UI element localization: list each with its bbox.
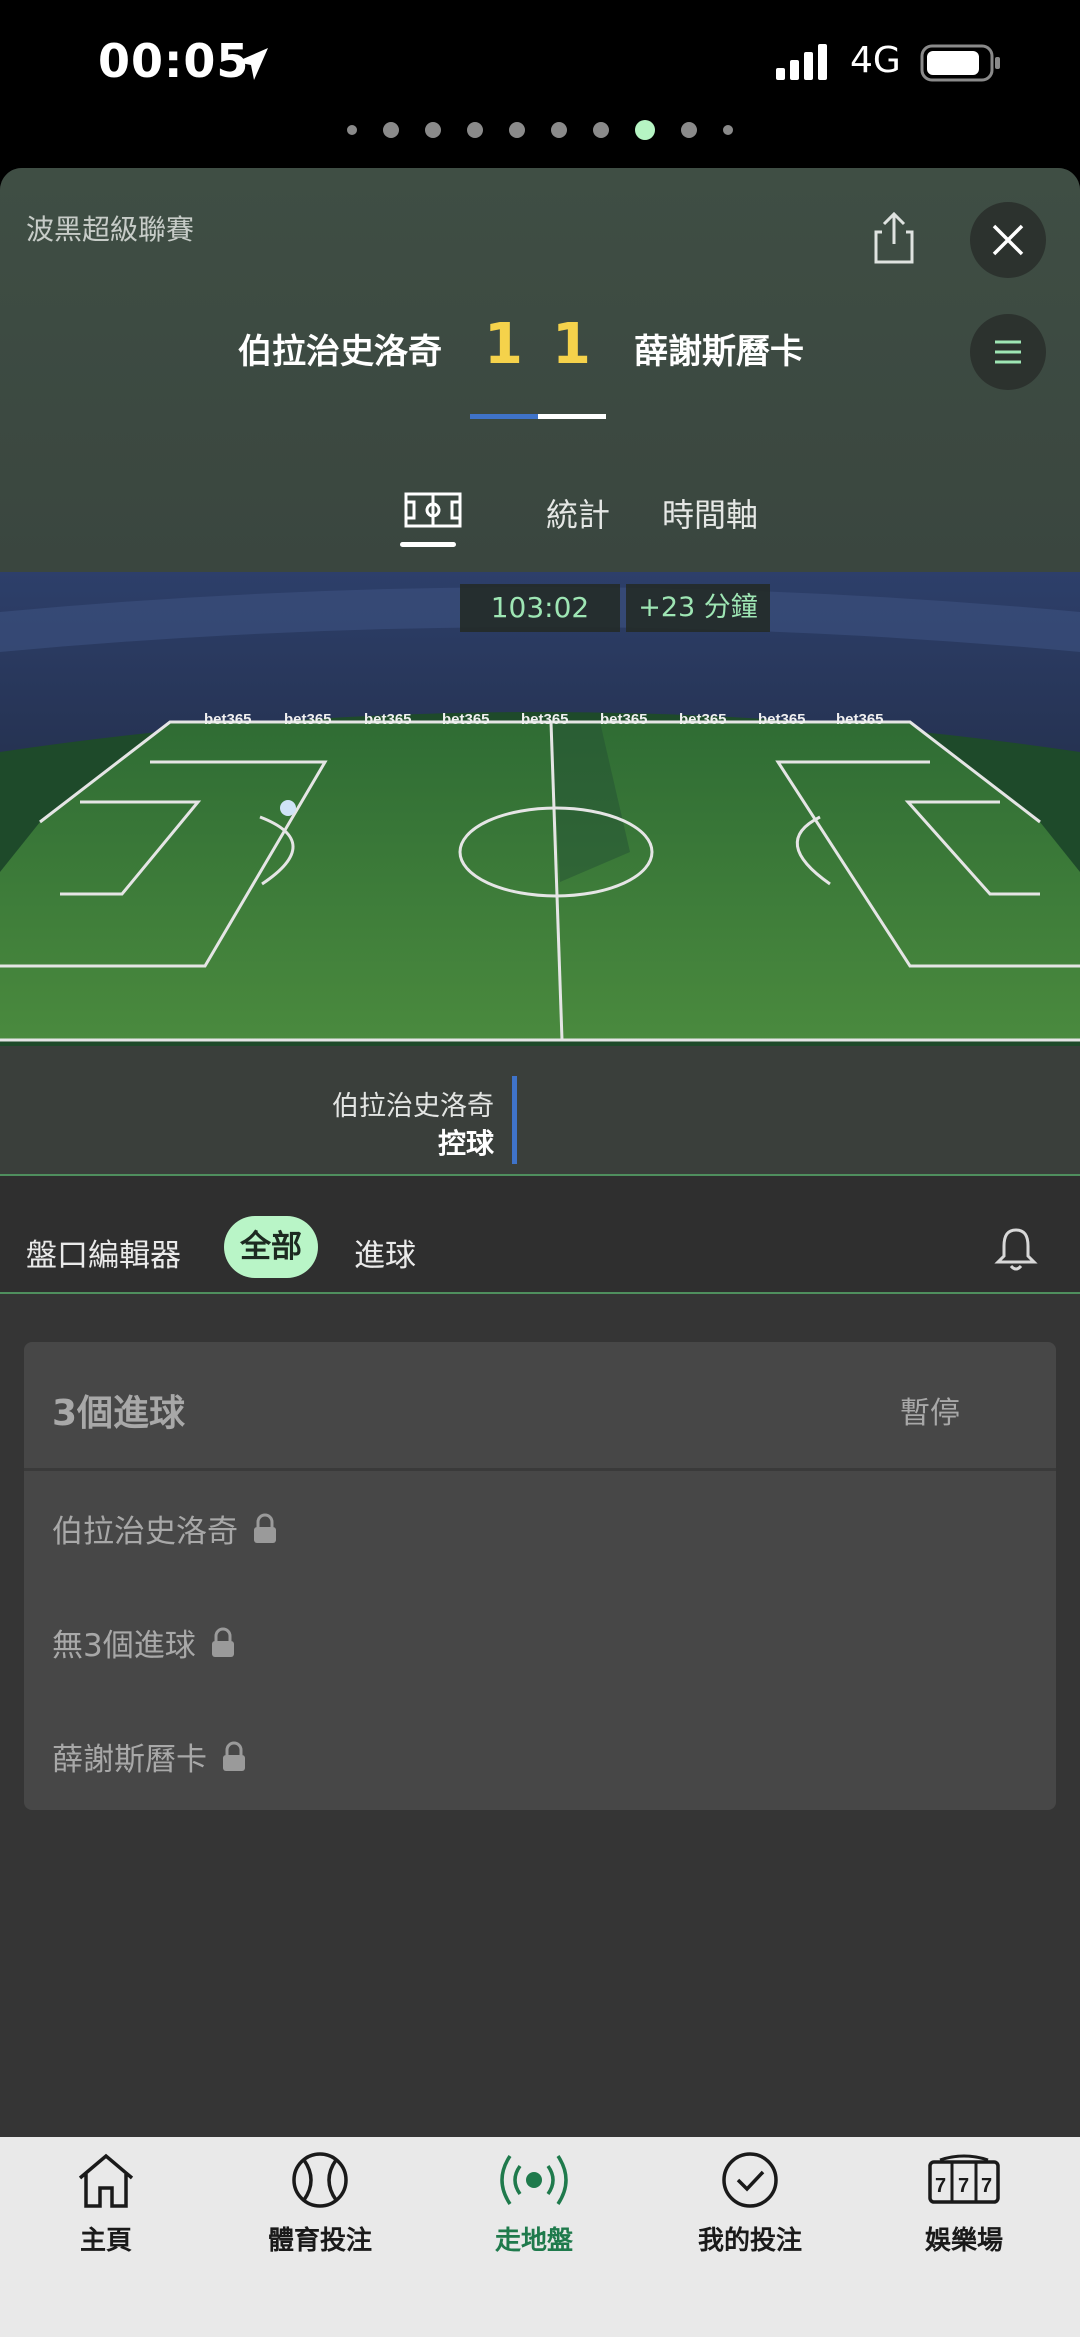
ad-board-text: bet365 — [284, 711, 332, 728]
page-dot — [593, 122, 609, 138]
ad-board-text: bet365 — [442, 711, 490, 728]
page-dot — [383, 122, 399, 138]
nav-casino-label: 娛樂場 — [924, 2226, 1003, 2256]
signal-icon — [776, 44, 827, 80]
added-time: +23 分鐘 — [626, 584, 770, 632]
selection-row[interactable]: 伯拉治史洛奇 — [52, 1506, 278, 1551]
nav-casino[interactable]: 777 娛樂場 — [884, 2150, 1044, 2257]
location-arrow-icon — [236, 48, 268, 80]
ad-board-text: bet365 — [600, 711, 648, 728]
page-dot — [425, 122, 441, 138]
page-dot — [723, 125, 733, 135]
slot-machine-icon: 777 — [928, 2154, 1000, 2204]
ad-board-text: bet365 — [836, 711, 884, 728]
nav-sports-label: 體育投注 — [267, 2226, 372, 2256]
svg-text:7: 7 — [981, 2175, 992, 2197]
away-color-bar — [538, 414, 606, 419]
filter-chip-goals[interactable]: 進球 — [354, 1230, 416, 1275]
check-circle-icon — [722, 2152, 778, 2208]
page-dot — [551, 122, 567, 138]
tab-pitch-icon[interactable] — [404, 492, 462, 528]
tab-active-underline — [400, 542, 456, 547]
possession-label: 控球 — [437, 1127, 494, 1160]
lock-icon — [223, 1741, 245, 1771]
nav-inplay[interactable]: 走地盤 — [454, 2150, 614, 2257]
page-dot — [467, 122, 483, 138]
nav-mybets[interactable]: 我的投注 — [670, 2150, 830, 2257]
pitch-visualisation: bet365 bet365 bet365 bet365 bet365 bet36… — [0, 572, 1080, 1046]
selection-row[interactable]: 薛謝斯曆卡 — [52, 1734, 247, 1779]
possession-panel — [0, 1046, 1080, 1174]
possession-bar — [512, 1076, 517, 1164]
ball-icon — [292, 2152, 348, 2208]
close-icon — [992, 224, 1024, 256]
page-dot — [347, 125, 357, 135]
bell-icon[interactable] — [994, 1226, 1038, 1272]
divider — [24, 1468, 1056, 1471]
market-status: 暫停 — [900, 1396, 960, 1431]
ad-board-text: bet365 — [364, 711, 412, 728]
page-indicator — [0, 120, 1080, 140]
page-dot — [509, 122, 525, 138]
home-score: 1 — [484, 312, 523, 377]
home-team-name: 伯拉治史洛奇 — [238, 332, 442, 372]
selection-label: 伯拉治史洛奇 — [52, 1514, 238, 1550]
ad-board-text: bet365 — [521, 711, 569, 728]
lock-icon — [254, 1513, 276, 1543]
share-icon[interactable] — [868, 210, 920, 266]
match-clock: 103:02 — [460, 584, 620, 632]
ad-board-text: bet365 — [204, 711, 252, 728]
selection-label: 無3個進球 — [52, 1628, 196, 1664]
nav-inplay-label: 走地盤 — [494, 2226, 573, 2256]
market-editor-label[interactable]: 盤口編輯器 — [26, 1230, 181, 1275]
nav-sports[interactable]: 體育投注 — [240, 2150, 400, 2257]
lock-icon — [211, 1627, 234, 1657]
ad-board-text: bet365 — [758, 711, 806, 728]
divider — [0, 1292, 1080, 1294]
selection-row[interactable]: 無3個進球 — [52, 1620, 236, 1665]
network-type: 4G — [850, 40, 901, 81]
away-team-name: 薛謝斯曆卡 — [634, 332, 804, 372]
battery-icon — [920, 44, 1000, 82]
tab-stats[interactable]: 統計 — [546, 490, 610, 536]
svg-text:7: 7 — [935, 2175, 946, 2197]
menu-icon — [995, 340, 1021, 364]
home-color-bar — [470, 414, 538, 419]
svg-text:7: 7 — [958, 2175, 969, 2197]
nav-mybets-label: 我的投注 — [697, 2226, 802, 2256]
page-dot — [681, 122, 697, 138]
away-score: 1 — [552, 312, 591, 377]
status-time: 00:05 — [98, 34, 250, 88]
market-title[interactable]: 3個進球 — [52, 1384, 185, 1436]
league-name[interactable]: 波黑超級聯賽 — [26, 208, 194, 248]
nav-home-label: 主頁 — [79, 2226, 132, 2256]
page-dot-active — [635, 120, 655, 140]
close-button[interactable] — [970, 202, 1046, 278]
tab-timeline[interactable]: 時間軸 — [662, 490, 758, 536]
menu-button[interactable] — [970, 314, 1046, 390]
nav-home[interactable]: 主頁 — [26, 2150, 186, 2257]
live-broadcast-icon — [500, 2155, 568, 2205]
possession-team: 伯拉治史洛奇 — [332, 1091, 494, 1122]
filter-chip-all[interactable]: 全部 — [224, 1216, 318, 1278]
home-icon — [78, 2153, 134, 2208]
ad-board-text: bet365 — [679, 711, 727, 728]
selection-label: 薛謝斯曆卡 — [52, 1742, 207, 1778]
